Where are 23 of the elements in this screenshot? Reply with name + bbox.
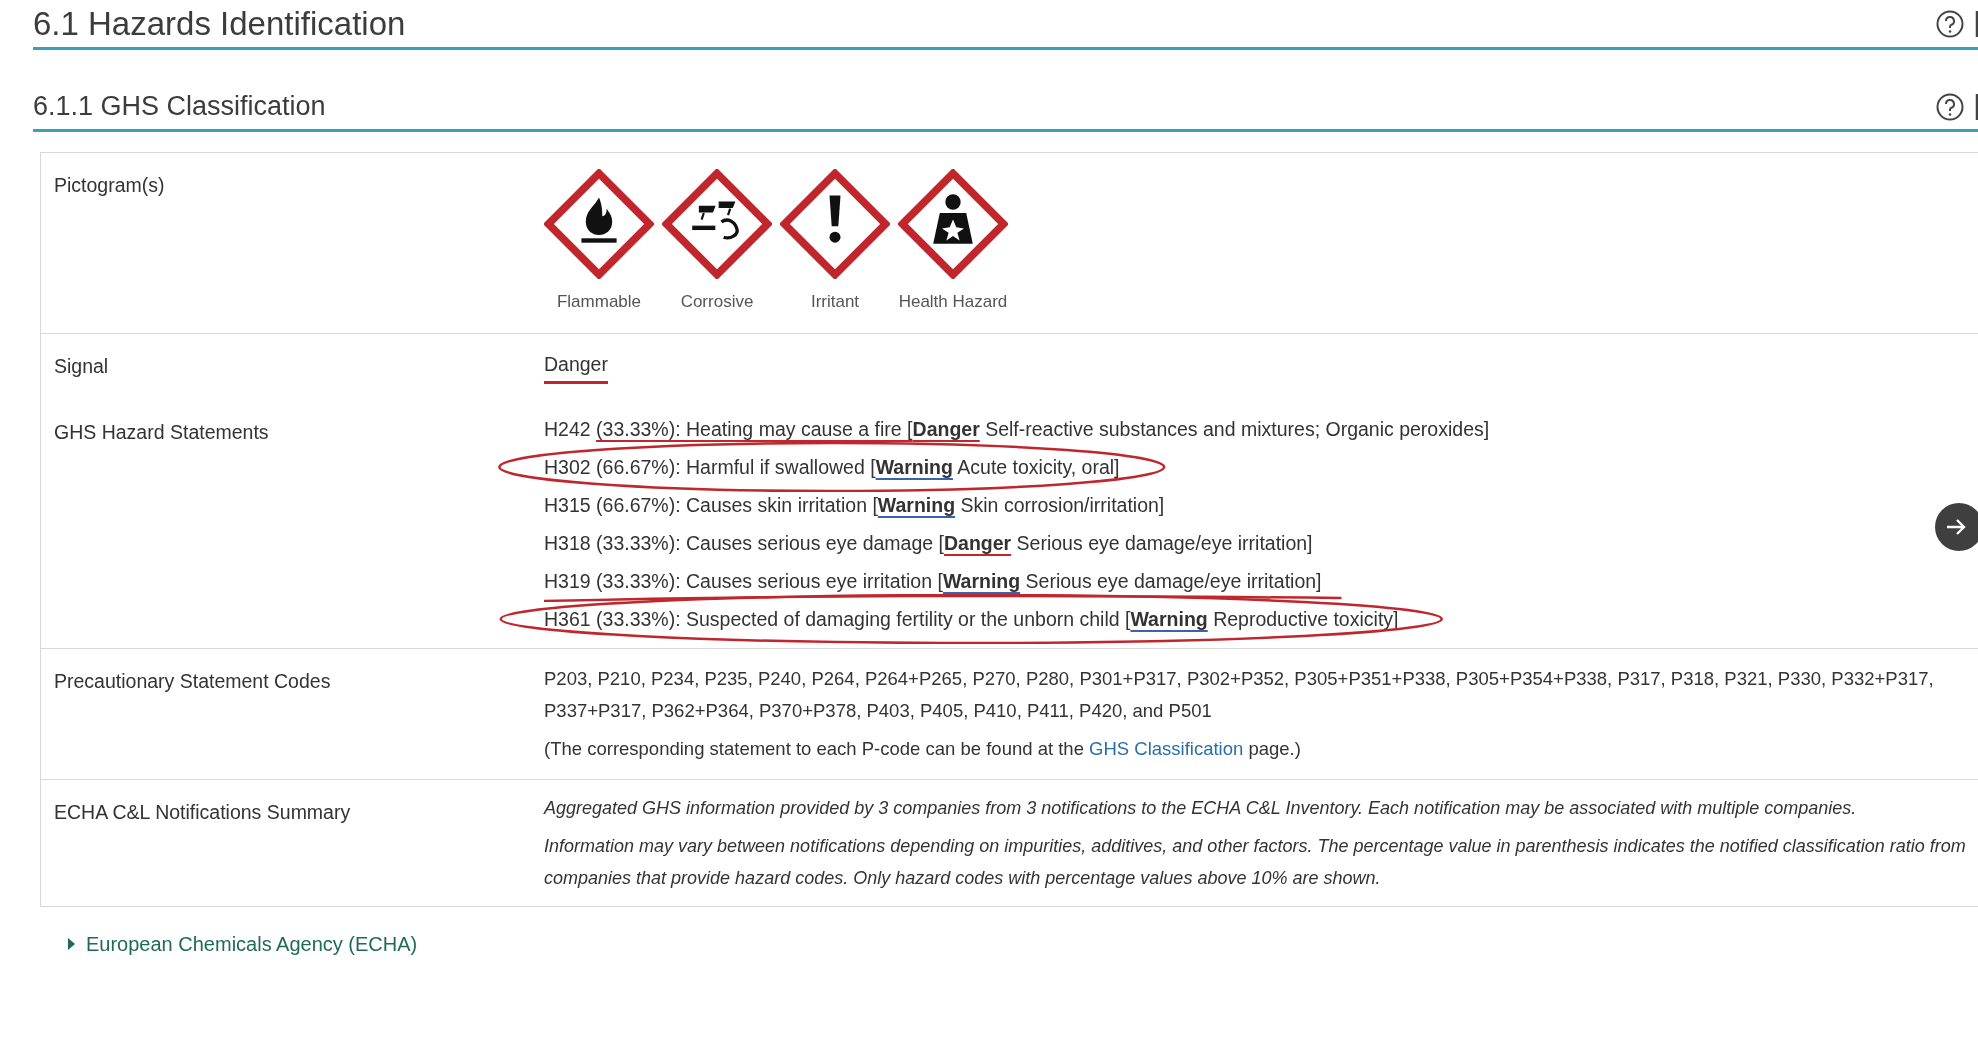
signal-word: Danger (544, 349, 608, 384)
row-label: ECHA C&L Notifications Summary (54, 800, 351, 823)
hazard-statement: H242 (33.33%): Heating may cause a fire [Danger Self-reactive substances and mixtures; Organic peroxides] (544, 417, 1490, 440)
summary-paragraph: Aggregated GHS information provided by 3 companies from 3 notifications to the ECHA C&L Inventory. Each notification may be associated with multiple companies. (544, 796, 1858, 820)
summary-paragraph: Information may vary between notifications depending on impurities, additives, and other factors. The percentage value in parenthesis indicates the notified classification ratio from companies that provide hazard codes. Only hazard codes with percentage values above 10% are shown. (544, 834, 1967, 890)
pictogram-label: Irritant (810, 291, 860, 313)
hazard-statement: H361 (33.33%): Suspected of damaging fertility or the unborn child [Warning Reproductive toxicity] (544, 607, 1399, 630)
row-label: GHS Hazard Statements (54, 420, 269, 443)
pictogram-label: Corrosive (680, 291, 754, 313)
row-label: Pictogram(s) (54, 174, 165, 196)
pictogram-label: Health Hazard (898, 291, 1008, 313)
hazard-statement: H315 (66.67%): Causes skin irritation [Warning Skin corrosion/irritation] (544, 493, 1165, 516)
ghs-classification-link[interactable]: GHS Classification (1089, 737, 1244, 759)
row-label: Precautionary Statement Codes (54, 669, 331, 692)
precautionary-note: (The corresponding statement to each P-code can be found at the GHS Classification page.) (544, 736, 1302, 761)
subsection-title: 6.1.1 GHS Classification (33, 93, 326, 120)
source-link[interactable]: European Chemicals Agency (ECHA) (86, 928, 418, 959)
row-label: Signal (54, 354, 109, 377)
hazard-statement: H302 (66.67%): Harmful if swallowed [Warning Acute toxicity, oral] (544, 455, 1120, 478)
hazard-statement: H318 (33.33%): Causes serious eye damage [Danger Serious eye damage/eye irritation] (544, 531, 1313, 554)
section-title: 6.1 Hazards Identification (33, 7, 406, 40)
pictogram-label: Flammable (556, 291, 642, 313)
hazard-statement: H319 (33.33%): Causes serious eye irritation [Warning Serious eye damage/eye irritation] (544, 569, 1322, 592)
